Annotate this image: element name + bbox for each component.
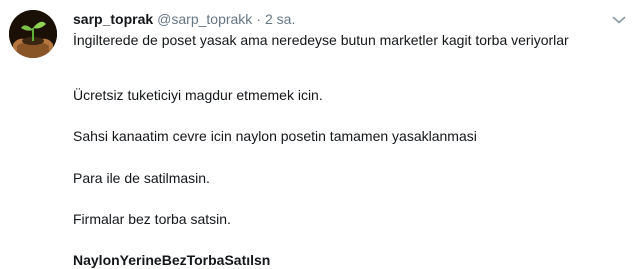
tweet-menu-button[interactable] xyxy=(612,12,626,24)
separator-dot: · xyxy=(256,11,261,27)
tweet-header: sarp_toprak @sarp_toprakk · 2 sa. xyxy=(73,10,628,28)
tweet-timestamp[interactable]: 2 sa. xyxy=(265,10,295,28)
tweet-text-line: Ücretsiz tuketiciyi magdur etmemek icin. xyxy=(73,87,323,103)
tweet-text-line: Firmalar bez torba satsin. xyxy=(73,211,231,227)
avatar[interactable] xyxy=(9,10,57,58)
author-handle[interactable]: @sarp_toprakk xyxy=(157,10,252,28)
tweet-content: sarp_toprak @sarp_toprakk · 2 sa. İngilt… xyxy=(73,10,628,268)
tweet-text-line: Sahsi kanaatim cevre icin naylon posetin… xyxy=(73,128,477,144)
chevron-down-icon xyxy=(612,16,626,24)
author-name[interactable]: sarp_toprak xyxy=(73,10,153,28)
hashtag-text[interactable]: NaylonYerineBezTorbaSatılsn xyxy=(73,251,270,269)
tweet-text-line: İngilterede de poset yasak ama neredeyse… xyxy=(73,32,569,48)
seedling-avatar-icon xyxy=(9,10,57,58)
tweet-text-line: Para ile de satilmasin. xyxy=(73,170,210,186)
tweet: sarp_toprak @sarp_toprakk · 2 sa. İngilt… xyxy=(0,0,640,268)
